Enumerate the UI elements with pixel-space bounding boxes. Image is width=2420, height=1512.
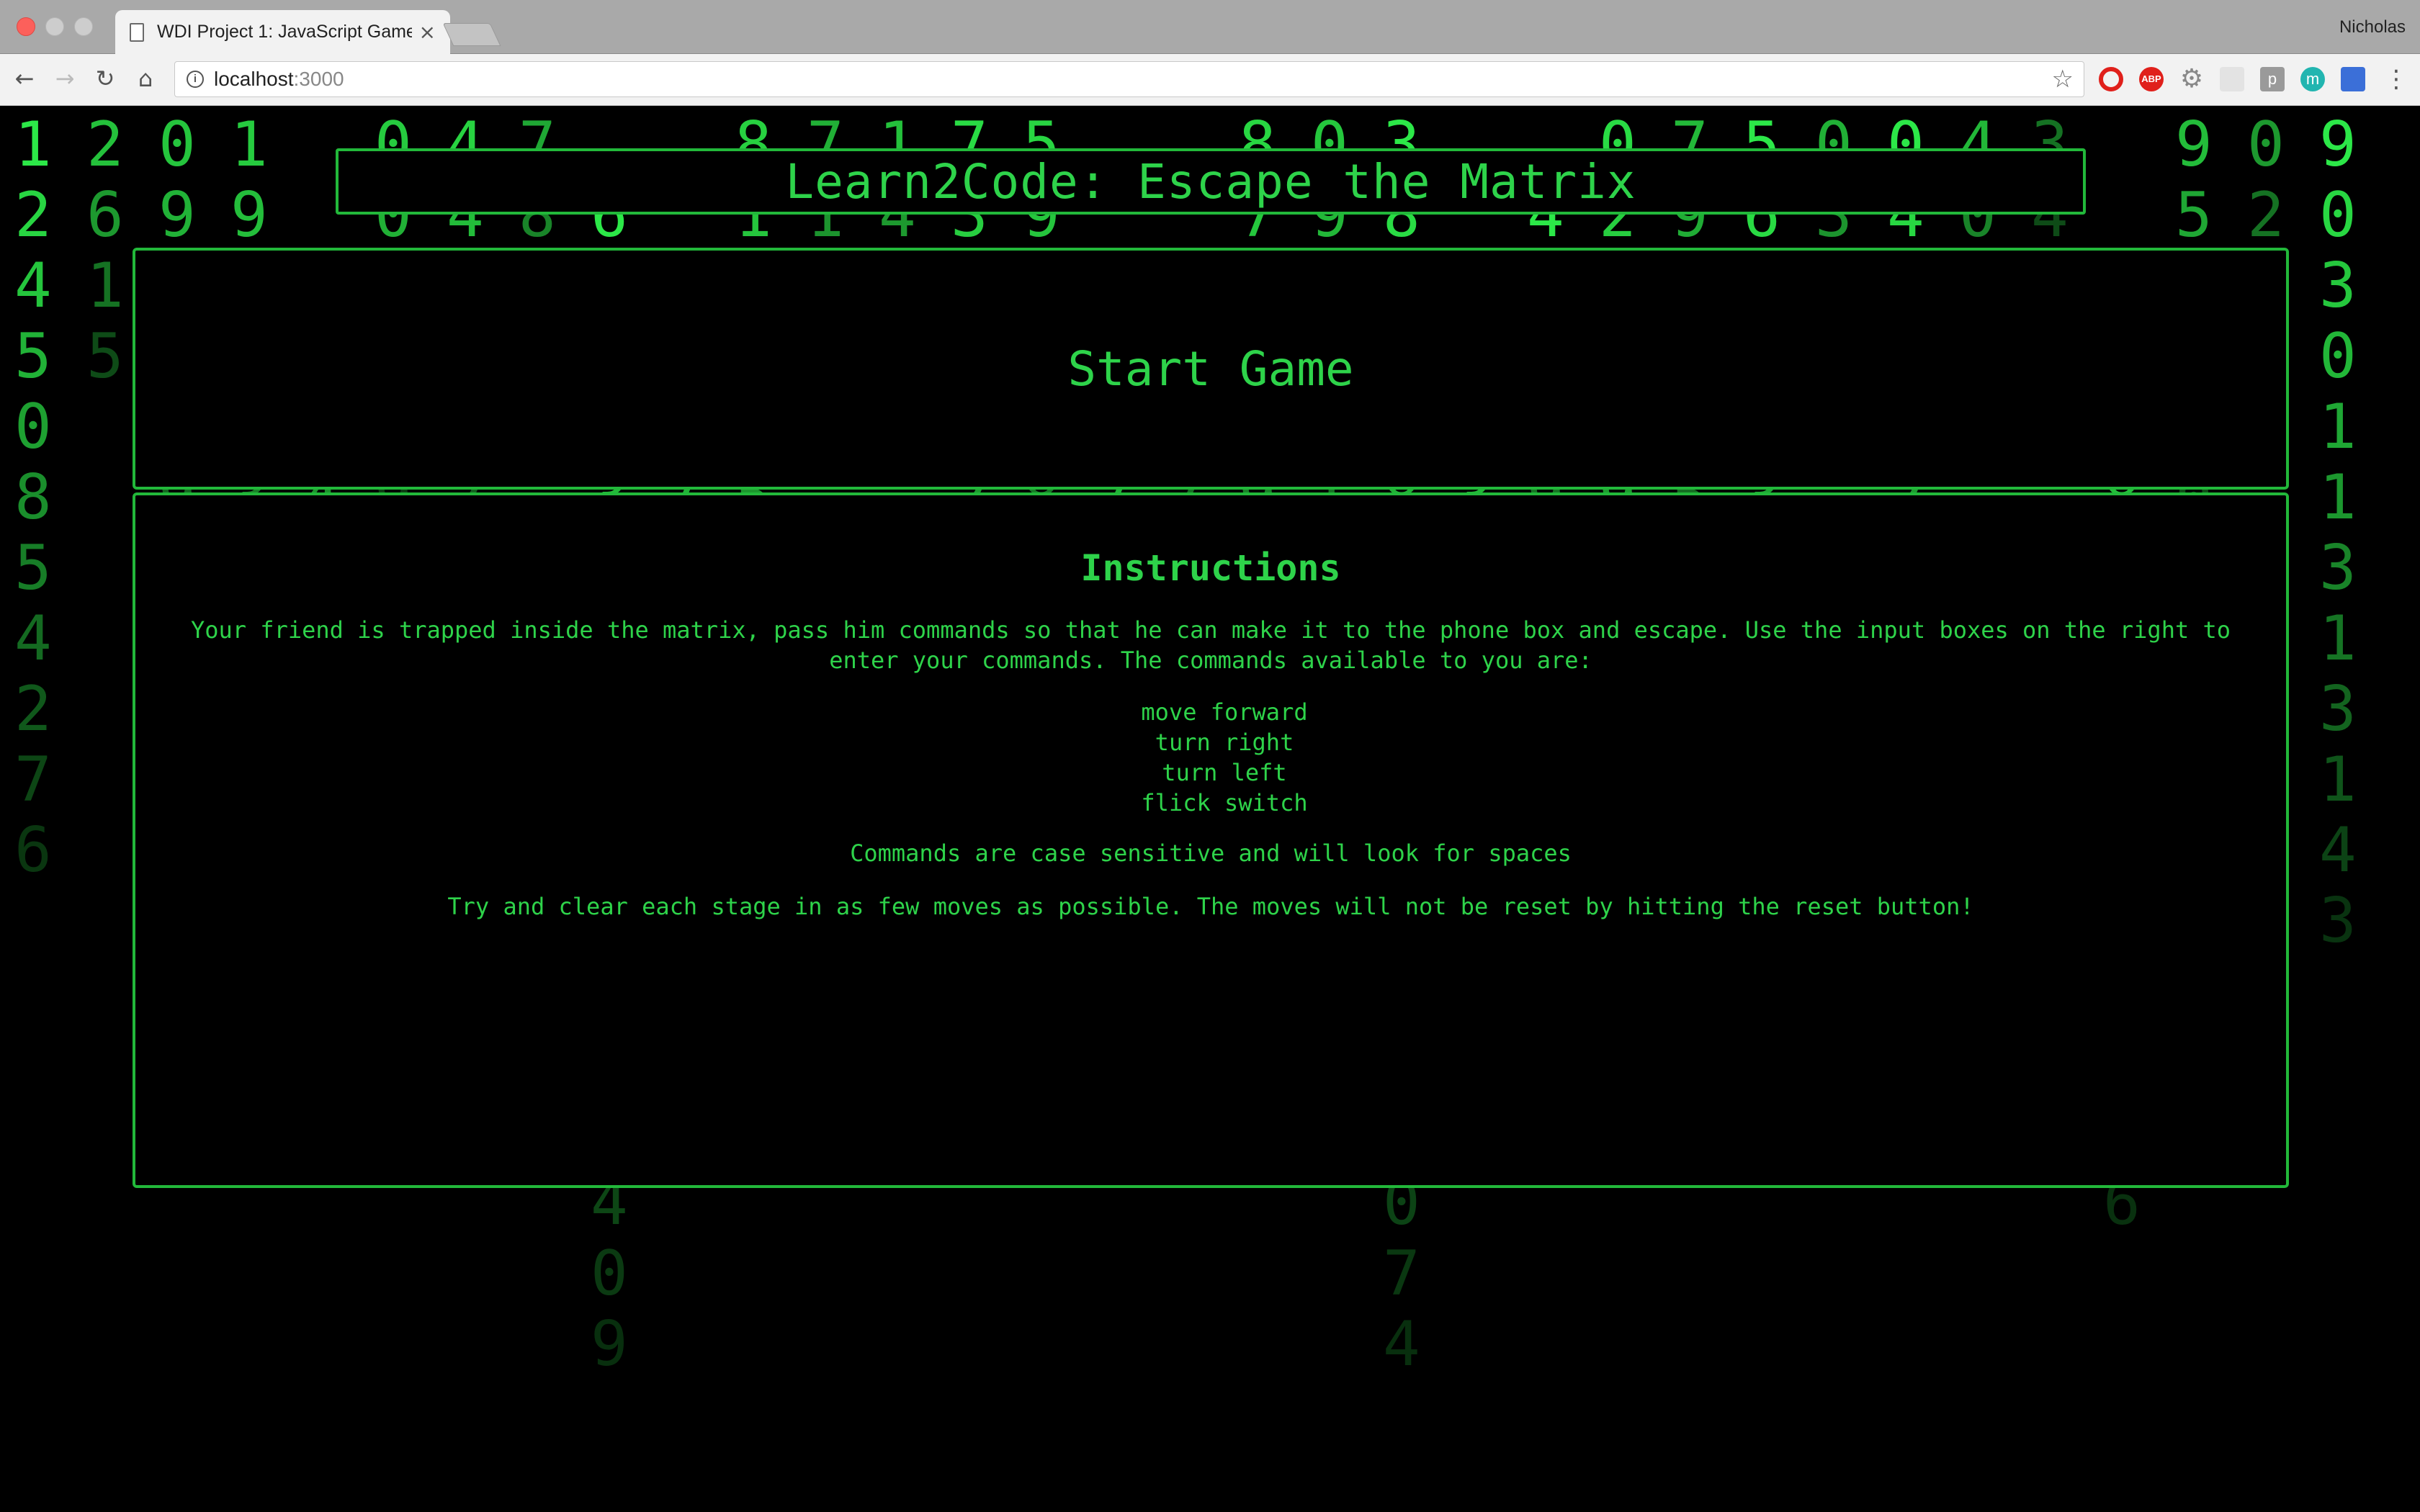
matrix-digit: 5 [14, 532, 52, 604]
tab-close-icon[interactable]: × [419, 22, 436, 42]
command-item: turn right [1155, 729, 1294, 756]
matrix-digit: 1 [86, 250, 124, 322]
matrix-digit: 3 [2319, 532, 2357, 604]
tab-title: WDI Project 1: JavaScript Game [157, 22, 412, 42]
matrix-digit: 7 [1383, 1238, 1420, 1310]
page-title: Learn2Code: Escape the Matrix [785, 153, 1636, 210]
m-extension-icon[interactable]: m [2300, 67, 2325, 91]
url-port: :3000 [293, 68, 344, 90]
matrix-digit: 3 [2319, 250, 2357, 322]
title-banner: Learn2Code: Escape the Matrix [336, 148, 2086, 215]
profile-name[interactable]: Nicholas [2339, 17, 2406, 37]
close-window-button[interactable] [17, 17, 35, 36]
matrix-digit: 6 [86, 179, 124, 251]
matrix-digit: 0 [158, 109, 196, 181]
matrix-digit: 1 [2319, 462, 2357, 534]
back-arrow-icon[interactable]: ← [10, 64, 39, 93]
matrix-digit: 1 [2319, 603, 2357, 675]
matrix-digit: 5 [2175, 179, 2213, 251]
matrix-digit: 9 [2319, 109, 2357, 181]
matrix-digit: 2 [2247, 179, 2285, 251]
browser-toolbar: ← → ↻ ⌂ i localhost:3000 ☆ ABP ⚙ p m ⋮ [0, 54, 2420, 106]
command-item: flick switch [1141, 789, 1308, 816]
matrix-digit: 2 [86, 109, 124, 181]
minimize-window-button[interactable] [45, 17, 64, 36]
matrix-digit: 4 [14, 603, 52, 675]
instructions-panel: Instructions Your friend is trapped insi… [133, 492, 2289, 1188]
matrix-digit: 9 [158, 179, 196, 251]
command-item: turn left [1162, 759, 1287, 786]
matrix-digit: 2 [14, 179, 52, 251]
start-panel: Start Game [133, 248, 2289, 490]
matrix-digit: 5 [86, 320, 124, 392]
menu-dots-icon[interactable]: ⋮ [2384, 67, 2408, 91]
matrix-digit: 1 [2319, 391, 2357, 463]
matrix-digit: 2 [14, 673, 52, 745]
matrix-digit: 3 [2319, 673, 2357, 745]
matrix-digit: 0 [2319, 179, 2357, 251]
matrix-digit: 9 [591, 1308, 628, 1380]
matrix-digit: 0 [591, 1238, 628, 1310]
matrix-digit: 4 [2319, 814, 2357, 886]
matrix-digit: 1 [14, 109, 52, 181]
matrix-digit: 5 [14, 320, 52, 392]
matrix-digit: 7 [14, 744, 52, 816]
command-list: move forward turn right turn left flick … [135, 697, 2286, 818]
matrix-digit: 1 [2319, 744, 2357, 816]
case-sensitivity-note: Commands are case sensitive and will loo… [850, 840, 1572, 867]
start-game-button[interactable]: Start Game [1053, 334, 1368, 404]
matrix-digit: 0 [2247, 109, 2285, 181]
maximize-window-button[interactable] [74, 17, 93, 36]
calendar-extension-icon[interactable] [2341, 67, 2365, 91]
browser-tab[interactable]: WDI Project 1: JavaScript Game × [115, 10, 450, 54]
matrix-digit: 9 [2175, 109, 2213, 181]
page-viewport: 1245085427626150991491451942531733094264… [0, 107, 2420, 1512]
matrix-digit: 9 [230, 179, 268, 251]
home-icon[interactable]: ⌂ [131, 64, 160, 93]
adblock-plus-icon[interactable]: ABP [2139, 67, 2164, 91]
matrix-digit: 0 [14, 391, 52, 463]
gear-icon[interactable]: ⚙ [2179, 66, 2204, 92]
address-bar[interactable]: i localhost:3000 ☆ [174, 61, 2084, 97]
matrix-digit: 4 [14, 250, 52, 322]
matrix-digit: 8 [14, 462, 52, 534]
matrix-digit: 4 [1383, 1308, 1420, 1380]
url-host: localhost [214, 68, 294, 90]
instructions-heading: Instructions [1080, 547, 1341, 589]
matrix-digit: 3 [2319, 885, 2357, 957]
matrix-digit: 1 [230, 109, 268, 181]
document-icon [130, 22, 144, 42]
opera-icon[interactable] [2099, 67, 2123, 91]
bookmark-star-icon[interactable]: ☆ [2052, 65, 2074, 94]
info-icon[interactable]: i [187, 71, 204, 88]
matrix-digit: 0 [2319, 320, 2357, 392]
p-extension-icon[interactable]: p [2260, 67, 2285, 91]
matrix-digit: 6 [14, 814, 52, 886]
forward-arrow-icon[interactable]: → [50, 64, 79, 93]
reload-icon[interactable]: ↻ [91, 64, 120, 93]
command-item: move forward [1141, 698, 1308, 726]
new-tab-button[interactable] [442, 23, 501, 46]
blank-extension-icon[interactable] [2220, 67, 2244, 91]
moves-note: Try and clear each stage in as few moves… [447, 893, 1974, 920]
browser-titlebar: WDI Project 1: JavaScript Game × Nichola… [0, 0, 2420, 54]
instructions-intro: Your friend is trapped inside the matrix… [190, 616, 2231, 674]
